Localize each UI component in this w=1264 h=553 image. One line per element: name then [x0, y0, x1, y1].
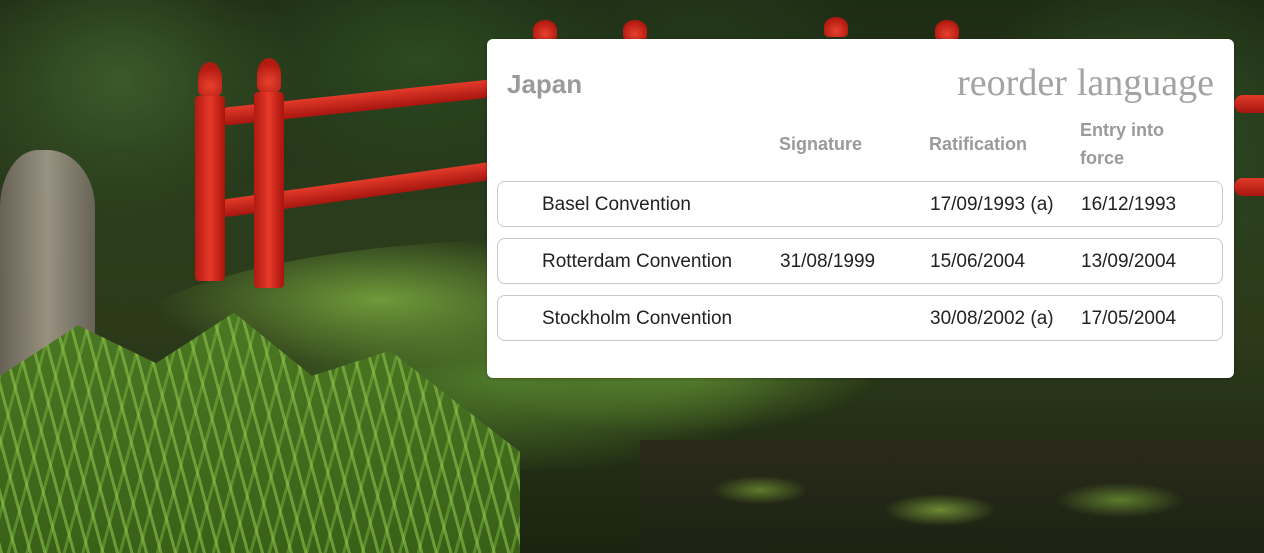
column-header-entry-line1: Entry into [1080, 120, 1164, 140]
column-header-entry-into-force: Entry into force [1080, 116, 1164, 172]
ratification-date: 30/08/2002 (a) [930, 308, 1054, 329]
convention-name: Stockholm Convention [542, 308, 733, 329]
bridge-rail-right-top [1234, 95, 1264, 113]
entry-into-force-date: 16/12/1993 [1081, 194, 1177, 215]
table-row[interactable]: Stockholm Convention 30/08/2002 (a) 17/0… [497, 295, 1223, 341]
convention-name: Basel Convention [542, 194, 691, 215]
bridge-post-top [935, 20, 959, 40]
country-treaty-panel: Japan reorder language Signature Ratific… [487, 39, 1234, 378]
reorder-link[interactable]: reorder [957, 61, 1067, 105]
language-links: reorder language [957, 61, 1214, 105]
language-link[interactable]: language [1077, 61, 1214, 105]
table-row[interactable]: Rotterdam Convention 31/08/1999 15/06/20… [497, 238, 1223, 284]
bridge-post-top [824, 17, 848, 37]
ratification-date: 15/06/2004 [930, 251, 1026, 272]
country-title: Japan [507, 69, 583, 99]
column-header-entry-line2: force [1080, 148, 1125, 168]
table-row[interactable]: Basel Convention 17/09/1993 (a) 16/12/19… [497, 181, 1223, 227]
ratification-date: 17/09/1993 (a) [930, 194, 1054, 215]
signature-date: 31/08/1999 [780, 251, 876, 272]
column-header-ratification: Ratification [929, 134, 1028, 154]
bridge-post [195, 96, 225, 281]
convention-name: Rotterdam Convention [542, 251, 733, 272]
column-header-signature: Signature [779, 134, 863, 154]
entry-into-force-date: 13/09/2004 [1081, 251, 1177, 272]
bridge-post-top [533, 20, 557, 40]
lily-pond [640, 440, 1264, 553]
bridge-post-top [623, 20, 647, 40]
bridge-rail-right-bottom [1234, 178, 1264, 196]
bridge-post [254, 92, 284, 288]
entry-into-force-date: 17/05/2004 [1081, 308, 1177, 329]
